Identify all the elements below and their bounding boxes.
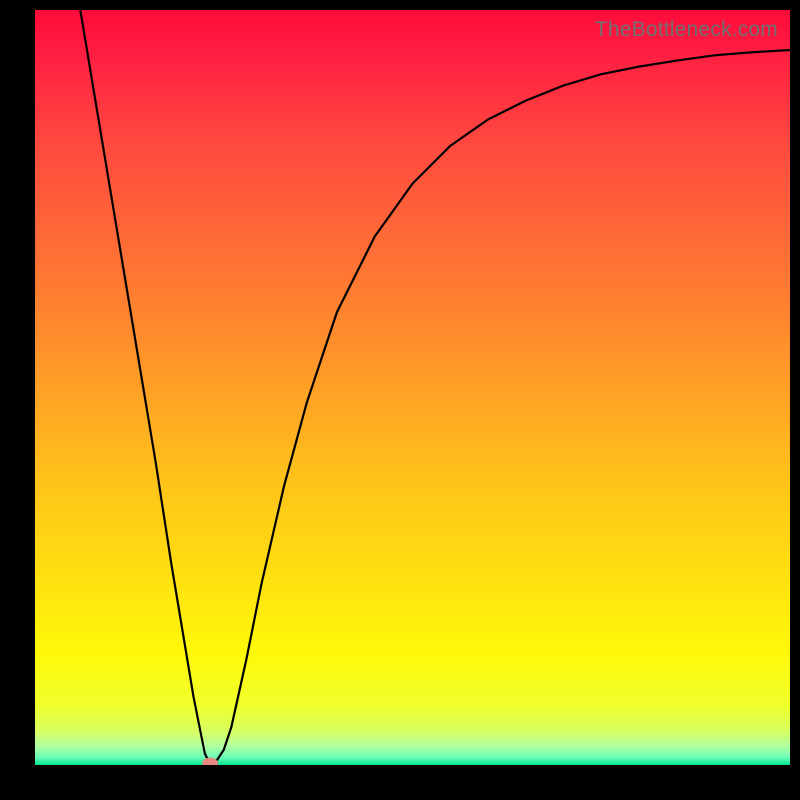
plot-svg xyxy=(35,10,790,765)
chart-frame: TheBottleneck.com xyxy=(0,0,800,800)
watermark-text: TheBottleneck.com xyxy=(595,18,778,42)
gradient-background xyxy=(35,10,790,765)
plot-area: TheBottleneck.com xyxy=(35,10,790,765)
